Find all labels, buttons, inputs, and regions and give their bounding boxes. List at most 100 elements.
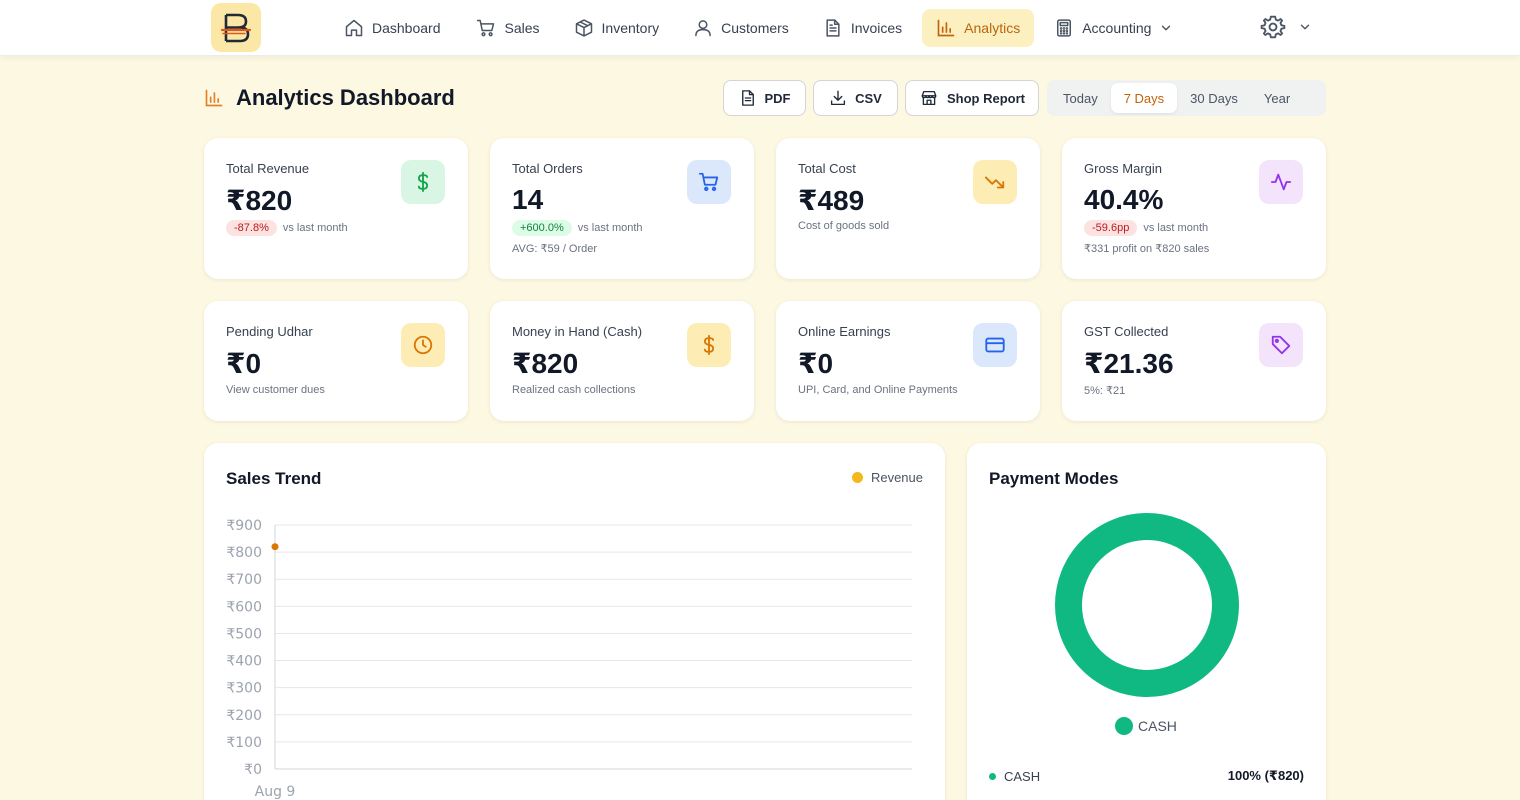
range-today[interactable]: Today <box>1050 83 1111 113</box>
card-icon-box <box>401 323 445 367</box>
card-value: 40.4% <box>1084 184 1164 215</box>
nav-inventory-label: Inventory <box>601 20 660 36</box>
nav-inventory[interactable]: Inventory <box>560 9 674 47</box>
card-subtext: AVG: ₹59 / Order <box>512 243 598 255</box>
card-change: -87.8% vs last month <box>226 220 348 236</box>
mode-label: CASH <box>1004 768 1041 784</box>
y-tick-label: ₹100 <box>226 735 262 751</box>
calculator-icon <box>1057 19 1072 37</box>
bar-chart-icon <box>937 19 955 37</box>
payment-mode-row: CASH 100% (₹820) <box>989 768 1304 784</box>
card-value: ₹0 <box>226 348 262 379</box>
nav-invoices[interactable]: Invoices <box>809 9 916 47</box>
range-30-days[interactable]: 30 Days <box>1177 83 1251 113</box>
card-label: GST Collected <box>1084 324 1169 339</box>
card-icon-box <box>1259 160 1303 204</box>
change-badge: +600.0% <box>512 220 572 236</box>
dollar-icon <box>703 334 715 356</box>
nav-invoices-label: Invoices <box>850 20 903 36</box>
card-total-revenue: Total Revenue ₹820 -87.8% vs last month <box>204 138 468 279</box>
legend-label: CASH <box>1138 718 1177 734</box>
export-csv-label: CSV <box>855 90 882 106</box>
y-tick-label: ₹0 <box>244 762 262 778</box>
bar-chart-icon <box>205 89 223 107</box>
nav-customers[interactable]: Customers <box>679 9 803 47</box>
y-tick-label: ₹200 <box>226 708 262 724</box>
payment-modes-panel: Payment Modes CASH CASH 100% (₹820) <box>967 443 1326 800</box>
tag-icon <box>1271 335 1291 355</box>
page-header: Analytics Dashboard <box>204 80 455 116</box>
activity-icon <box>1270 173 1292 191</box>
card-value: ₹820 <box>512 348 579 379</box>
card-change: -59.6pp vs last month <box>1084 220 1208 236</box>
y-tick-label: ₹800 <box>226 545 262 561</box>
trending-down-icon <box>984 176 1005 189</box>
sales-trend-panel: Sales Trend Revenue ₹0 ₹100 ₹200 ₹300 ₹400 ₹5… <box>204 443 945 800</box>
export-pdf-button[interactable]: PDF <box>723 80 806 116</box>
nav-analytics-label: Analytics <box>964 20 1021 36</box>
card-value: ₹0 <box>798 348 834 379</box>
card-total-cost: Total Cost ₹489 Cost of goods sold <box>776 138 1040 279</box>
payment-modes-donut <box>1055 513 1239 697</box>
nav-dashboard[interactable]: Dashboard <box>330 9 455 47</box>
shop-report-button[interactable]: Shop Report <box>905 80 1039 116</box>
card-gst-collected: GST Collected ₹21.36 5%: ₹21 <box>1062 301 1326 421</box>
card-label: Online Earnings <box>798 324 891 339</box>
nav-dashboard-label: Dashboard <box>372 20 441 36</box>
download-icon <box>831 90 846 106</box>
data-point <box>271 543 279 551</box>
y-tick-label: ₹600 <box>226 599 262 615</box>
card-subtext: Realized cash collections <box>512 384 636 396</box>
card-value: 14 <box>512 184 544 215</box>
range-year[interactable]: Year <box>1251 83 1303 113</box>
legend-dot <box>1115 717 1133 735</box>
nav-sales-label: Sales <box>504 20 540 36</box>
card-icon-box <box>973 323 1017 367</box>
y-tick-label: ₹400 <box>226 654 262 670</box>
card-value: ₹820 <box>226 185 293 216</box>
settings-menu[interactable] <box>1260 14 1312 40</box>
card-value: ₹489 <box>798 185 865 216</box>
user-icon <box>695 20 711 37</box>
nav-analytics[interactable]: Analytics <box>922 9 1035 47</box>
card-subtext: 5%: ₹21 <box>1084 385 1126 397</box>
card-change: +600.0% vs last month <box>512 220 643 236</box>
card-gross-margin: Gross Margin 40.4% -59.6pp vs last month… <box>1062 138 1326 279</box>
donut-slice-cash <box>1055 513 1239 697</box>
card-subtext: UPI, Card, and Online Payments <box>798 384 958 396</box>
app-logo[interactable] <box>211 3 261 52</box>
y-tick-label: ₹900 <box>226 518 262 534</box>
nav-accounting[interactable]: Accounting <box>1040 9 1187 47</box>
card-icon-box <box>401 160 445 204</box>
x-tick-label: Aug 9 <box>255 784 296 800</box>
cart-icon <box>698 172 719 192</box>
y-tick-label: ₹700 <box>226 572 262 588</box>
change-badge: -87.8% <box>226 220 277 236</box>
credit-card-icon <box>985 337 1005 353</box>
export-csv-button[interactable]: CSV <box>813 80 898 116</box>
card-label: Money in Hand (Cash) <box>512 324 643 339</box>
main-nav: Dashboard Sales Inventory Customers Invo… <box>330 9 1193 47</box>
document-icon <box>826 19 840 37</box>
card-icon-box <box>687 160 731 204</box>
home-icon <box>345 19 363 37</box>
card-value: ₹21.36 <box>1084 348 1174 379</box>
dollar-icon <box>417 171 429 193</box>
box-icon <box>575 19 592 37</box>
card-online-earnings: Online Earnings ₹0 UPI, Card, and Online… <box>776 301 1040 421</box>
card-label: Total Revenue <box>226 161 310 176</box>
nav-accounting-label: Accounting <box>1082 20 1152 36</box>
donut-legend: CASH <box>1115 717 1177 735</box>
y-tick-label: ₹300 <box>226 681 262 697</box>
nav-sales[interactable]: Sales <box>461 9 554 47</box>
range-7-days[interactable]: 7 Days <box>1110 83 1178 113</box>
change-note: vs last month <box>282 222 348 234</box>
card-label: Total Cost <box>798 161 856 176</box>
store-icon <box>921 90 937 106</box>
sales-trend-chart: ₹0 ₹100 ₹200 ₹300 ₹400 ₹500 ₹600 ₹700 ₹800 ₹900 Au… <box>226 518 912 800</box>
mode-value: 100% (₹820) <box>1227 768 1304 783</box>
card-pending-udhar: Pending Udhar ₹0 View customer dues <box>204 301 468 421</box>
card-label: Pending Udhar <box>226 324 313 339</box>
cart-icon <box>476 19 494 37</box>
change-note: vs last month <box>1143 222 1209 234</box>
